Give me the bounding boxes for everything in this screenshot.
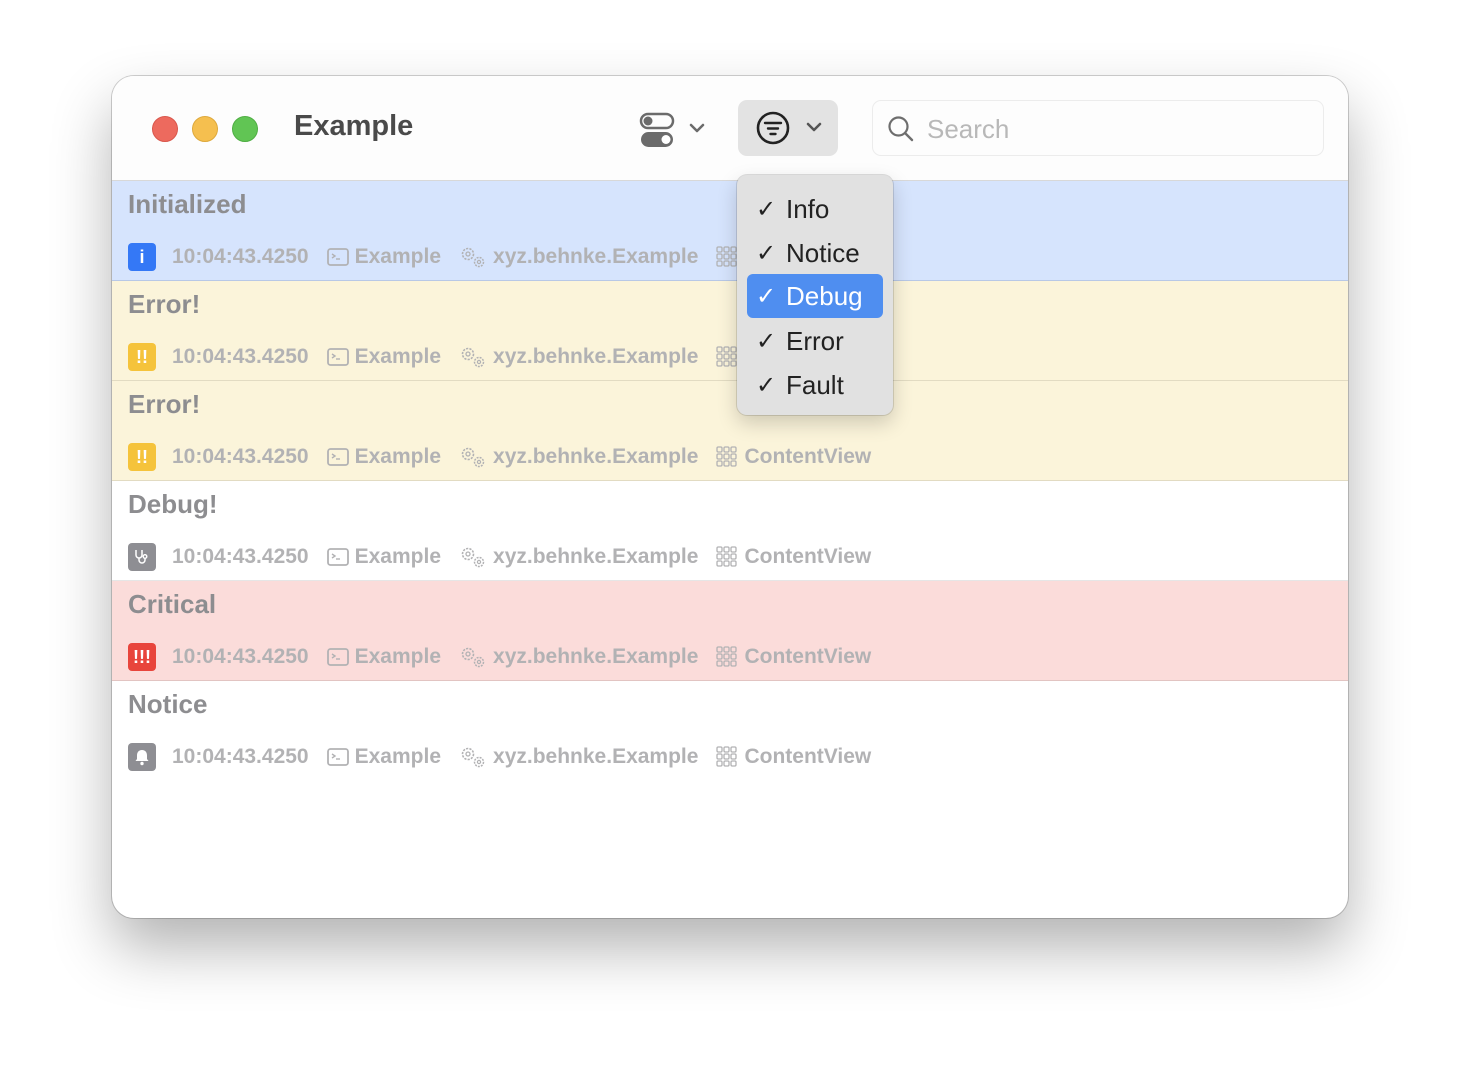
log-category: ContentView bbox=[744, 645, 872, 668]
log-message: Notice bbox=[128, 689, 208, 719]
gears-icon bbox=[459, 745, 487, 769]
log-metadata: 10:04:43.4250 Example xyz.behnke.Example Co… bbox=[128, 543, 871, 571]
gears-icon bbox=[459, 645, 487, 669]
grid-icon bbox=[716, 646, 738, 668]
menu-item-notice[interactable]: ✓ Notice bbox=[747, 231, 883, 275]
app-window: Example Search Initialized i 10:04:43.42… bbox=[112, 76, 1348, 918]
log-process: Example bbox=[354, 745, 442, 768]
log-row[interactable]: Error!!! 10:04:43.4250 Example xyz.behnke.E… bbox=[112, 381, 1348, 481]
log-message: Critical bbox=[128, 589, 217, 619]
grid-icon bbox=[716, 546, 738, 568]
checkmark-icon: ✓ bbox=[756, 371, 777, 399]
log-metadata: !! 10:04:43.4250 Example xyz.behnke.Example… bbox=[128, 443, 871, 471]
menu-item-label: Fault bbox=[786, 369, 844, 400]
log-row[interactable]: Debug! 10:04:43.4250 Example xyz.behnke.Exa… bbox=[112, 481, 1348, 581]
gears-icon bbox=[459, 245, 487, 269]
bell-icon bbox=[128, 743, 156, 771]
log-subsystem: xyz.behnke.Example bbox=[493, 745, 699, 768]
log-timestamp: 10:04:43.4250 bbox=[172, 445, 309, 468]
log-metadata: !!! 10:04:43.4250 Example xyz.behnke.Exampl… bbox=[128, 643, 871, 671]
menu-item-fault[interactable]: ✓ Fault bbox=[747, 363, 883, 407]
critical-badge-icon: !!! bbox=[128, 643, 156, 671]
minimize-button[interactable] bbox=[192, 116, 218, 142]
grid-icon bbox=[716, 446, 738, 468]
log-timestamp: 10:04:43.4250 bbox=[172, 745, 309, 768]
close-button[interactable] bbox=[152, 116, 178, 142]
log-timestamp: 10:04:43.4250 bbox=[172, 345, 309, 368]
badge-text: !! bbox=[136, 446, 148, 467]
log-process: Example bbox=[354, 245, 442, 268]
search-input[interactable] bbox=[925, 111, 1309, 147]
log-message: Debug! bbox=[128, 489, 218, 519]
menu-item-label: Debug bbox=[786, 280, 863, 311]
error-badge-icon: !! bbox=[128, 443, 156, 471]
log-process: Example bbox=[354, 445, 442, 468]
menu-item-error[interactable]: ✓ Error bbox=[747, 319, 883, 363]
zoom-button[interactable] bbox=[232, 116, 258, 142]
checkmark-icon: ✓ bbox=[756, 239, 777, 267]
log-row[interactable]: Critical!!! 10:04:43.4250 Example xyz.behnk… bbox=[112, 581, 1348, 681]
checkmark-icon: ✓ bbox=[756, 327, 777, 355]
filter-circle-icon bbox=[756, 111, 822, 145]
log-category: ContentView bbox=[744, 745, 872, 768]
badge-text: !!! bbox=[133, 646, 151, 667]
stethoscope-icon bbox=[128, 543, 156, 571]
log-message: Initialized bbox=[128, 189, 247, 219]
log-subsystem: xyz.behnke.Example bbox=[493, 345, 699, 368]
terminal-icon bbox=[326, 648, 349, 666]
log-process: Example bbox=[354, 345, 442, 368]
log-timestamp: 10:04:43.4250 bbox=[172, 245, 309, 268]
terminal-icon bbox=[326, 248, 349, 266]
switch-toggles-icon bbox=[639, 112, 705, 147]
badge-text: i bbox=[139, 246, 145, 267]
window-title: Example bbox=[294, 110, 414, 142]
search-icon bbox=[888, 116, 914, 142]
gears-icon bbox=[459, 545, 487, 569]
grid-icon bbox=[716, 746, 738, 768]
log-category: ContentView bbox=[744, 545, 872, 568]
log-process: Example bbox=[354, 645, 442, 668]
grid-icon bbox=[716, 346, 738, 368]
gears-icon bbox=[459, 445, 487, 469]
log-row[interactable]: Initialized i 10:04:43.4250 Example xyz.behn… bbox=[112, 181, 1348, 281]
checkmark-icon: ✓ bbox=[756, 195, 777, 223]
terminal-icon bbox=[326, 748, 349, 766]
toggles-menu-button[interactable] bbox=[636, 104, 712, 154]
menu-item-label: Info bbox=[786, 193, 830, 224]
log-timestamp: 10:04:43.4250 bbox=[172, 645, 309, 668]
log-row[interactable]: Error!!! 10:04:43.4250 Example xyz.behnke.E… bbox=[112, 281, 1348, 381]
filter-menu-button[interactable] bbox=[738, 100, 838, 156]
menu-item-label: Error bbox=[786, 325, 844, 356]
checkmark-icon: ✓ bbox=[756, 282, 777, 310]
menu-item-info[interactable]: ✓ Info bbox=[747, 187, 883, 231]
log-list[interactable]: Initialized i 10:04:43.4250 Example xyz.behn… bbox=[112, 181, 1348, 780]
log-subsystem: xyz.behnke.Example bbox=[493, 245, 699, 268]
log-timestamp: 10:04:43.4250 bbox=[172, 545, 309, 568]
info-badge-icon: i bbox=[128, 243, 156, 271]
search-field[interactable] bbox=[872, 100, 1324, 156]
menu-item-debug[interactable]: ✓ Debug bbox=[747, 274, 883, 318]
log-row[interactable]: Notice 10:04:43.4250 Example xyz.behnke.Exa… bbox=[112, 681, 1348, 780]
log-message: Error! bbox=[128, 289, 201, 319]
menu-item-label: Notice bbox=[786, 237, 860, 268]
terminal-icon bbox=[326, 348, 349, 366]
log-process: Example bbox=[354, 545, 442, 568]
log-subsystem: xyz.behnke.Example bbox=[493, 645, 699, 668]
grid-icon bbox=[716, 246, 738, 268]
terminal-icon bbox=[326, 448, 349, 466]
log-subsystem: xyz.behnke.Example bbox=[493, 445, 699, 468]
title-bar: Example bbox=[112, 76, 1348, 181]
log-subsystem: xyz.behnke.Example bbox=[493, 545, 699, 568]
badge-text: !! bbox=[136, 346, 148, 367]
log-message: Error! bbox=[128, 389, 201, 419]
log-level-filter-menu: ✓ Info ✓ Notice ✓ Debug ✓ Error ✓ Fault bbox=[737, 175, 893, 415]
log-category: ContentView bbox=[744, 445, 872, 468]
error-badge-icon: !! bbox=[128, 343, 156, 371]
gears-icon bbox=[459, 345, 487, 369]
terminal-icon bbox=[326, 548, 349, 566]
log-metadata: 10:04:43.4250 Example xyz.behnke.Example Co… bbox=[128, 743, 871, 771]
